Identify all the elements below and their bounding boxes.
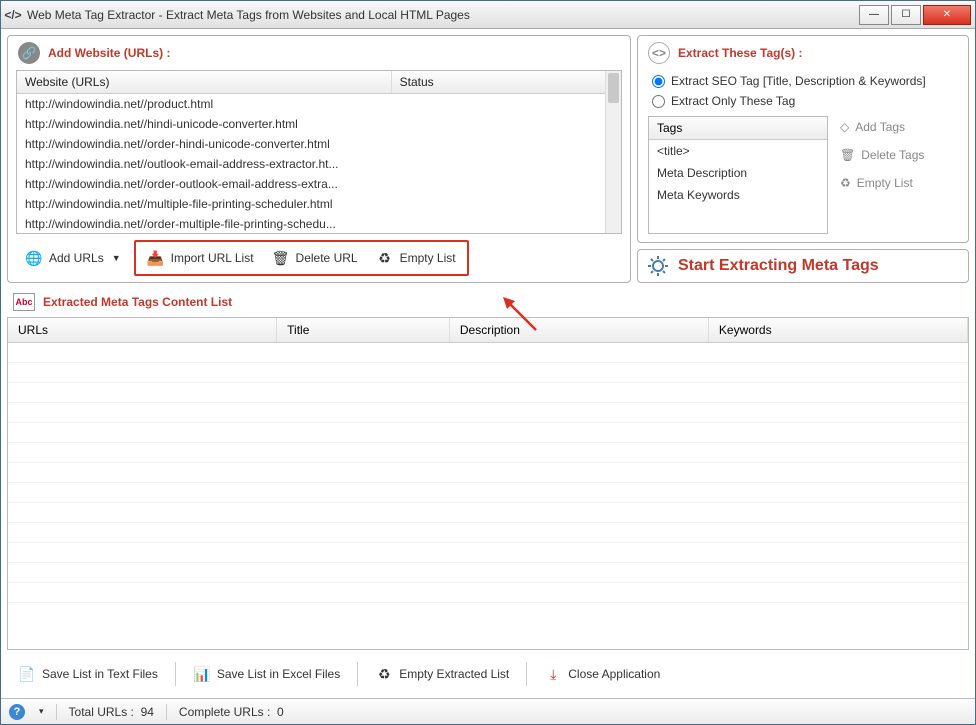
table-row[interactable]: http://windowindia.net//order-hindi-unic… bbox=[17, 134, 621, 154]
empty-list-button[interactable]: ♻ Empty List bbox=[367, 244, 465, 272]
url-table: Website (URLs) Status http://windowindia… bbox=[16, 70, 622, 234]
tag-item[interactable]: Meta Keywords bbox=[649, 184, 827, 206]
content-area: 🔗 Add Website (URLs) : Website (URLs) St… bbox=[1, 29, 975, 698]
titlebar[interactable]: </> Web Meta Tag Extractor - Extract Met… bbox=[1, 1, 975, 29]
start-extracting-button[interactable]: Start Extracting Meta Tags bbox=[637, 249, 969, 283]
import-icon: 📥 bbox=[147, 249, 165, 267]
window-controls: — ☐ ✕ bbox=[857, 5, 971, 25]
table-row[interactable]: http://windowindia.net//multiple-file-pr… bbox=[17, 194, 621, 214]
extracted-table: URLs Title Description Keywords bbox=[7, 317, 969, 650]
save-excel-button[interactable]: 📊 Save List in Excel Files bbox=[184, 660, 349, 688]
gear-icon bbox=[646, 254, 670, 278]
table-row[interactable]: http://windowindia.net//order-outlook-em… bbox=[17, 174, 621, 194]
tags-list: Tags <title> Meta Description Meta Keywo… bbox=[648, 116, 828, 234]
tags-icon: <> bbox=[648, 42, 670, 64]
minimize-button[interactable]: — bbox=[859, 5, 889, 25]
table-row[interactable]: http://windowindia.net//hindi-unicode-co… bbox=[17, 114, 621, 134]
link-icon: 🔗 bbox=[18, 42, 40, 64]
extract-tags-title: Extract These Tag(s) : bbox=[678, 46, 802, 60]
exit-icon: ⤓ bbox=[544, 665, 562, 683]
recycle-icon: ♻ bbox=[376, 249, 394, 267]
radio-seo-tag[interactable]: Extract SEO Tag [Title, Description & Ke… bbox=[652, 74, 954, 88]
statusbar: ? ▾ Total URLs : 94 Complete URLs : 0 bbox=[1, 698, 975, 724]
chevron-down-icon: ▼ bbox=[112, 253, 121, 263]
tag-item[interactable]: Meta Description bbox=[649, 162, 827, 184]
col-keywords[interactable]: Keywords bbox=[708, 318, 967, 343]
empty-tags-button[interactable]: ♻Empty List bbox=[836, 172, 958, 194]
maximize-button[interactable]: ☐ bbox=[891, 5, 921, 25]
col-urls[interactable]: URLs bbox=[8, 318, 277, 343]
plus-icon: ◇ bbox=[840, 120, 849, 134]
tag-item[interactable]: <title> bbox=[649, 140, 827, 162]
app-window: </> Web Meta Tag Extractor - Extract Met… bbox=[0, 0, 976, 725]
url-column-header[interactable]: Website (URLs) bbox=[17, 71, 391, 94]
import-url-list-button[interactable]: 📥 Import URL List bbox=[138, 244, 263, 272]
tags-header[interactable]: Tags bbox=[649, 117, 827, 140]
col-title[interactable]: Title bbox=[277, 318, 450, 343]
url-toolbar: 🌐 Add URLs ▼ 📥 Import URL List 🗑 Delete … bbox=[8, 234, 630, 282]
chevron-down-icon[interactable]: ▾ bbox=[39, 706, 44, 717]
table-row[interactable]: http://windowindia.net//product.html bbox=[17, 94, 621, 115]
complete-urls-label: Complete URLs : 0 bbox=[179, 705, 284, 719]
extracted-title: Extracted Meta Tags Content List bbox=[43, 295, 232, 309]
add-website-title: Add Website (URLs) : bbox=[48, 46, 170, 60]
bottom-toolbar: 📄 Save List in Text Files 📊 Save List in… bbox=[7, 656, 969, 692]
delete-tags-button[interactable]: 🗑Delete Tags bbox=[836, 144, 958, 166]
globe-icon: 🌐 bbox=[25, 249, 43, 267]
abc-icon: Abc bbox=[13, 293, 35, 311]
window-title: Web Meta Tag Extractor - Extract Meta Ta… bbox=[27, 8, 470, 22]
scrollbar[interactable] bbox=[605, 71, 621, 233]
close-button[interactable]: ✕ bbox=[923, 5, 971, 25]
col-desc[interactable]: Description bbox=[449, 318, 708, 343]
save-text-button[interactable]: 📄 Save List in Text Files bbox=[9, 660, 167, 688]
delete-icon: 🗑 bbox=[272, 249, 290, 267]
add-urls-button[interactable]: 🌐 Add URLs ▼ bbox=[16, 244, 130, 272]
app-icon: </> bbox=[5, 7, 21, 23]
add-website-panel: 🔗 Add Website (URLs) : Website (URLs) St… bbox=[7, 35, 631, 283]
help-button[interactable]: ? bbox=[9, 704, 25, 720]
recycle-icon: ♻ bbox=[840, 176, 851, 190]
start-label: Start Extracting Meta Tags bbox=[678, 257, 879, 275]
add-tags-button[interactable]: ◇Add Tags bbox=[836, 116, 958, 138]
radio-only-these[interactable]: Extract Only These Tag bbox=[652, 94, 954, 108]
delete-icon: 🗑 bbox=[840, 148, 855, 162]
radio-only-input[interactable] bbox=[652, 95, 665, 108]
radio-seo-input[interactable] bbox=[652, 75, 665, 88]
status-column-header[interactable]: Status bbox=[391, 71, 620, 94]
save-text-icon: 📄 bbox=[18, 665, 36, 683]
table-row[interactable]: http://windowindia.net//outlook-email-ad… bbox=[17, 154, 621, 174]
extract-tags-panel: <> Extract These Tag(s) : Extract SEO Ta… bbox=[637, 35, 969, 243]
close-app-button[interactable]: ⤓ Close Application bbox=[535, 660, 669, 688]
delete-url-button[interactable]: 🗑 Delete URL bbox=[263, 244, 367, 272]
save-excel-icon: 📊 bbox=[193, 665, 211, 683]
empty-extracted-button[interactable]: ♻ Empty Extracted List bbox=[366, 660, 518, 688]
highlight-box: 📥 Import URL List 🗑 Delete URL ♻ Empty L… bbox=[134, 240, 469, 276]
table-row[interactable]: http://windowindia.net//order-multiple-f… bbox=[17, 214, 621, 233]
total-urls-label: Total URLs : 94 bbox=[69, 705, 154, 719]
extracted-panel: Abc Extracted Meta Tags Content List URL… bbox=[7, 289, 969, 692]
recycle-icon: ♻ bbox=[375, 665, 393, 683]
